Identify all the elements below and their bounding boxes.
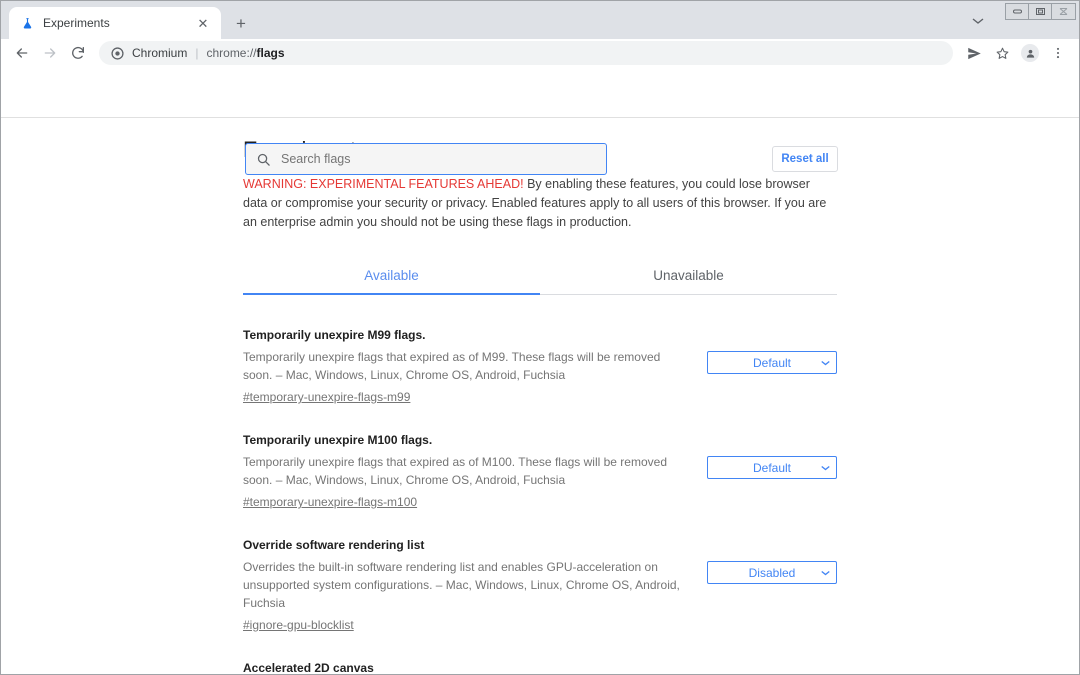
url-path: flags <box>256 46 284 60</box>
close-icon[interactable] <box>1052 4 1075 19</box>
maximize-icon[interactable] <box>1029 4 1052 19</box>
star-icon[interactable] <box>989 40 1015 66</box>
site-chip-label: Chromium <box>132 46 187 60</box>
flag-control: Default <box>691 432 837 479</box>
flag-name: Temporarily unexpire M99 flags. <box>243 327 691 343</box>
tab-strip: Experiments ✕ + <box>1 1 1079 39</box>
tab-title: Experiments <box>43 16 187 30</box>
flag-value-select[interactable]: Default <box>707 351 837 374</box>
flag-value-label: Default <box>753 356 791 370</box>
flag-value-select[interactable]: Disabled <box>707 561 837 584</box>
url-prefix: chrome:// <box>206 46 256 60</box>
warning-headline: WARNING: EXPERIMENTAL FEATURES AHEAD! <box>243 177 524 191</box>
search-icon <box>256 152 271 167</box>
flag-control: Enabled <box>691 660 837 674</box>
share-icon[interactable] <box>961 40 987 66</box>
search-flags-box[interactable]: Search flags <box>245 143 607 175</box>
flag-info: Override software rendering list Override… <box>243 537 691 634</box>
flags-page: Search flags Reset all Experiments 101.0… <box>1 67 1079 674</box>
flag-description: Temporarily unexpire flags that expired … <box>243 453 691 489</box>
browser-tab-experiments[interactable]: Experiments ✕ <box>9 7 221 39</box>
flag-row: Override software rendering list Override… <box>243 523 837 646</box>
flag-control: Default <box>691 327 837 374</box>
address-bar[interactable]: Chromium | chrome://flags <box>99 41 953 65</box>
forward-arrow-icon[interactable] <box>37 40 63 66</box>
flag-value-label: Default <box>753 461 791 475</box>
flag-row: Temporarily unexpire M99 flags. Temporari… <box>243 313 837 418</box>
flag-name: Temporarily unexpire M100 flags. <box>243 432 691 448</box>
warning-text: WARNING: EXPERIMENTAL FEATURES AHEAD! By… <box>243 175 837 232</box>
flags-search-header: Search flags Reset all <box>1 67 1079 118</box>
flag-info: Temporarily unexpire M100 flags. Temporar… <box>243 432 691 511</box>
new-tab-button[interactable]: + <box>227 9 255 37</box>
flag-name: Accelerated 2D canvas <box>243 660 691 674</box>
flags-list: Temporarily unexpire M99 flags. Temporari… <box>243 295 837 674</box>
flag-info: Accelerated 2D canvasEnables the use of … <box>243 660 691 674</box>
back-arrow-icon[interactable] <box>9 40 35 66</box>
browser-window: Experiments ✕ + <box>0 0 1080 675</box>
tab-available[interactable]: Available <box>243 258 540 294</box>
chrome-logo-icon <box>111 47 124 60</box>
address-bar-url: chrome://flags <box>206 46 284 60</box>
flag-value-label: Disabled <box>749 566 796 580</box>
flag-value-select[interactable]: Default <box>707 456 837 479</box>
close-icon[interactable]: ✕ <box>195 15 211 31</box>
flags-content: Experiments 101.0.4922.0 WARNING: EXPERI… <box>243 118 837 674</box>
profile-button[interactable] <box>1017 40 1043 66</box>
chevron-down-icon[interactable] <box>972 15 984 27</box>
three-dot-menu-icon[interactable] <box>1045 40 1071 66</box>
flag-name: Override software rendering list <box>243 537 691 553</box>
flag-permalink[interactable]: #temporary-unexpire-flags-m100 <box>243 495 417 509</box>
flag-description: Overrides the built-in software renderin… <box>243 558 691 612</box>
search-input[interactable]: Search flags <box>281 152 350 166</box>
omnibox-separator: | <box>195 46 198 60</box>
chevron-down-icon <box>821 570 830 576</box>
flask-icon <box>19 15 35 31</box>
flag-description: Temporarily unexpire flags that expired … <box>243 348 691 384</box>
flag-permalink[interactable]: #ignore-gpu-blocklist <box>243 618 354 632</box>
browser-toolbar: Chromium | chrome://flags <box>1 39 1079 67</box>
chevron-down-icon <box>821 465 830 471</box>
flag-row: Temporarily unexpire M100 flags. Temporar… <box>243 418 837 523</box>
flag-row: Accelerated 2D canvasEnables the use of … <box>243 646 837 674</box>
flag-permalink[interactable]: #temporary-unexpire-flags-m99 <box>243 390 410 404</box>
minimize-icon[interactable] <box>1006 4 1029 19</box>
reload-icon[interactable] <box>65 40 91 66</box>
flag-info: Temporarily unexpire M99 flags. Temporari… <box>243 327 691 406</box>
flag-control: Disabled <box>691 537 837 584</box>
chevron-down-icon <box>821 360 830 366</box>
window-controls <box>1005 3 1076 20</box>
tab-unavailable[interactable]: Unavailable <box>540 258 837 294</box>
reset-all-button[interactable]: Reset all <box>772 146 838 172</box>
avatar-icon <box>1021 44 1039 62</box>
flags-tablist: Available Unavailable <box>243 258 837 295</box>
